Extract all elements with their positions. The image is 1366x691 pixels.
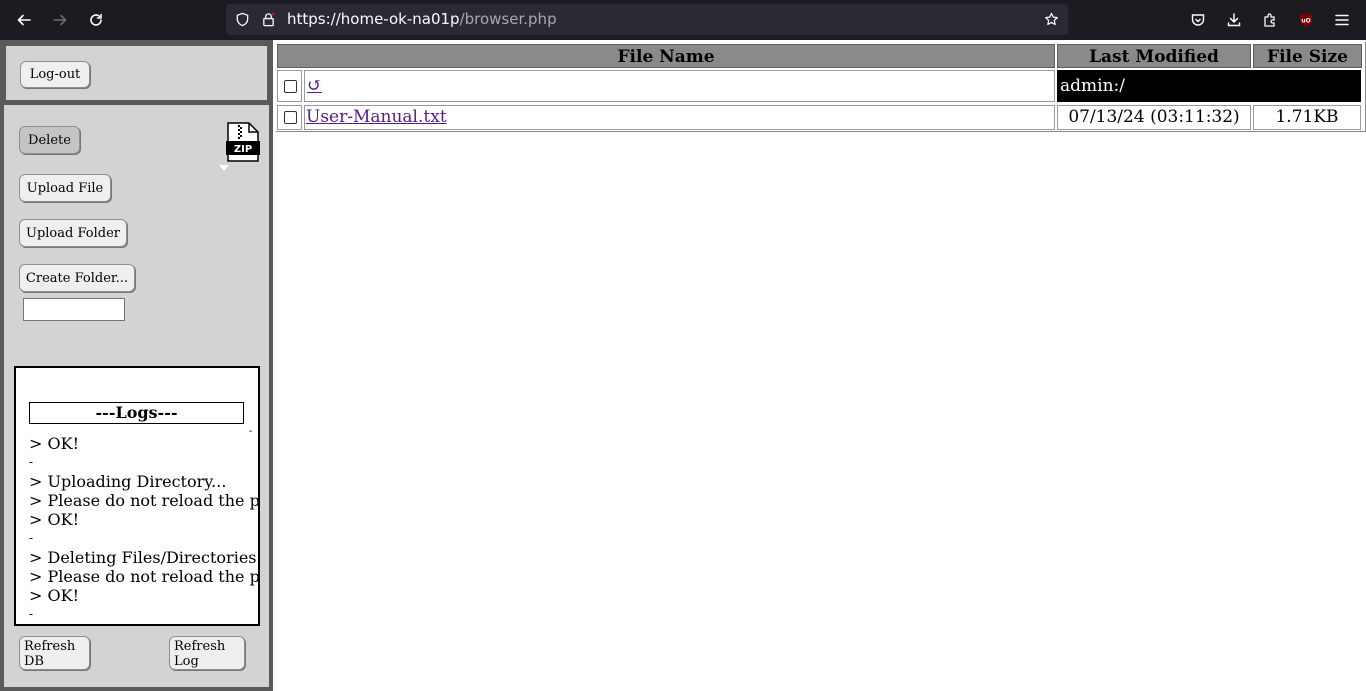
delete-button[interactable]: Delete bbox=[19, 126, 80, 154]
create-folder-button[interactable]: Create Folder... bbox=[19, 264, 135, 292]
url-bar[interactable]: https://home-ok-na01p/browser.php bbox=[226, 4, 1068, 35]
file-table: File Name Last Modified File Size ↺ admi… bbox=[276, 42, 1366, 132]
forward-icon[interactable] bbox=[46, 6, 74, 34]
svg-text:uO: uO bbox=[1301, 18, 1310, 25]
logs-title: ---Logs--- bbox=[29, 402, 244, 424]
parent-row-checkbox[interactable] bbox=[284, 80, 297, 93]
log-line: > OK! bbox=[29, 586, 79, 605]
file-browser: File Name Last Modified File Size ↺ admi… bbox=[273, 40, 1366, 691]
parent-dir-icon[interactable]: ↺ bbox=[307, 73, 322, 99]
back-icon[interactable] bbox=[10, 6, 38, 34]
log-lines: > OK! - > Uploading Directory... > Pleas… bbox=[29, 434, 260, 624]
menu-icon[interactable] bbox=[1328, 6, 1356, 34]
refresh-log-line2: Log bbox=[174, 654, 199, 669]
log-line: - bbox=[29, 531, 34, 545]
log-line: > Uploading Directory... bbox=[29, 472, 227, 491]
browser-toolbar: https://home-ok-na01p/browser.php uO bbox=[0, 0, 1366, 40]
refresh-log-line1: Refresh bbox=[174, 639, 226, 654]
table-row-checkbox-cell bbox=[277, 70, 302, 102]
file-row-checkbox[interactable] bbox=[284, 111, 297, 124]
table-row-checkbox-cell bbox=[277, 105, 302, 130]
refresh-db-button[interactable]: Refresh DB bbox=[19, 636, 90, 670]
folder-name-input[interactable] bbox=[23, 298, 125, 321]
parent-dir-cell: ↺ bbox=[304, 70, 1055, 102]
header-file-size[interactable]: File Size bbox=[1253, 44, 1362, 68]
log-line: - bbox=[29, 607, 34, 621]
log-line: > OK! bbox=[29, 434, 79, 453]
ublock-icon[interactable]: uO bbox=[1292, 6, 1320, 34]
lock-icon[interactable] bbox=[261, 12, 276, 27]
refresh-db-line1: Refresh bbox=[24, 639, 76, 654]
zip-download-icon[interactable]: ZIP bbox=[226, 122, 260, 162]
log-line: > OK! bbox=[29, 510, 79, 529]
file-size: 1.71KB bbox=[1253, 105, 1361, 130]
chevron-down-icon[interactable] bbox=[219, 165, 229, 171]
header-file-name[interactable]: File Name bbox=[277, 44, 1055, 68]
pocket-icon[interactable] bbox=[1184, 6, 1212, 34]
logout-button[interactable]: Log-out bbox=[20, 61, 90, 88]
upload-file-button[interactable]: Upload File bbox=[19, 174, 111, 202]
shield-icon[interactable] bbox=[235, 12, 250, 27]
log-panel[interactable]: ---Logs--- - > OK! - > Uploading Directo… bbox=[14, 366, 260, 626]
current-path: admin:/ bbox=[1057, 70, 1361, 102]
table-row-name-cell: User-Manual.txt bbox=[304, 105, 1055, 130]
bookmark-star-icon[interactable] bbox=[1044, 12, 1059, 27]
header-last-modified[interactable]: Last Modified bbox=[1057, 44, 1251, 68]
log-line: > Deleting Files/Directories bbox=[29, 548, 257, 567]
extensions-icon[interactable] bbox=[1256, 6, 1284, 34]
url-text[interactable]: https://home-ok-na01p/browser.php bbox=[287, 10, 557, 28]
download-icon[interactable] bbox=[1220, 6, 1248, 34]
log-line: - bbox=[29, 455, 34, 469]
log-line: > Please do not reload the p bbox=[29, 567, 260, 586]
refresh-db-line2: DB bbox=[24, 654, 44, 669]
file-modified: 07/13/24 (03:11:32) bbox=[1057, 105, 1251, 130]
refresh-log-button[interactable]: Refresh Log bbox=[169, 636, 245, 670]
file-link[interactable]: User-Manual.txt bbox=[305, 107, 447, 127]
reload-icon[interactable] bbox=[82, 6, 110, 34]
zip-label: ZIP bbox=[234, 144, 252, 155]
logout-panel: Log-out bbox=[6, 46, 267, 100]
log-line: > Please do not reload the p bbox=[29, 491, 260, 510]
upload-folder-button[interactable]: Upload Folder bbox=[19, 219, 127, 247]
